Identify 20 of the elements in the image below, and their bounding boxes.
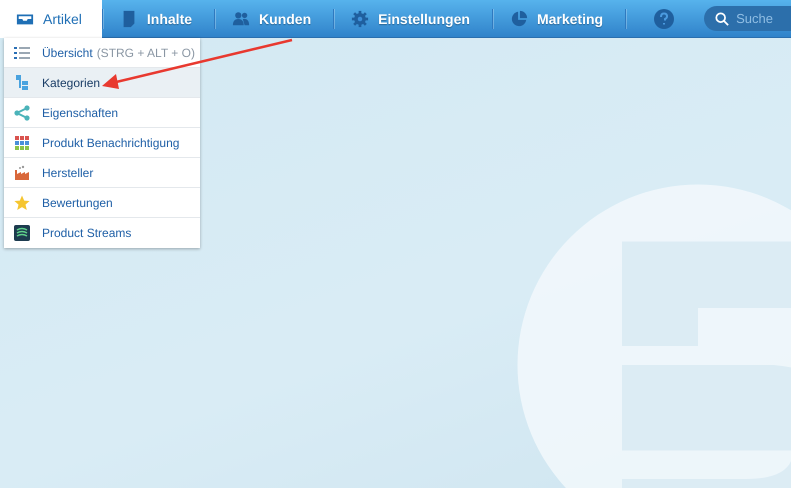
menu-item[interactable]: Bewertungen — [4, 188, 200, 218]
menu-item[interactable]: Kategorien — [4, 68, 200, 98]
factory-icon — [14, 164, 30, 180]
menu-item[interactable]: Product Streams — [4, 218, 200, 248]
list-icon — [14, 44, 30, 60]
search-icon — [715, 12, 730, 26]
tree-icon — [14, 74, 30, 90]
menu-item[interactable]: Hersteller — [4, 158, 200, 188]
menu-item[interactable]: Eigenschaften — [4, 98, 200, 128]
menu-item[interactable]: Produkt Benachrichtigung — [4, 128, 200, 158]
gear-icon — [351, 10, 370, 28]
share-icon — [14, 104, 30, 120]
search-field[interactable]: Suche — [704, 6, 791, 31]
star-icon — [14, 194, 30, 210]
pie-chart-icon — [510, 10, 528, 28]
help-icon[interactable] — [654, 8, 674, 28]
waves-icon — [14, 225, 30, 241]
users-icon — [232, 10, 250, 28]
nav-tab[interactable]: Artikel — [0, 0, 102, 38]
grid-icon — [14, 134, 30, 150]
